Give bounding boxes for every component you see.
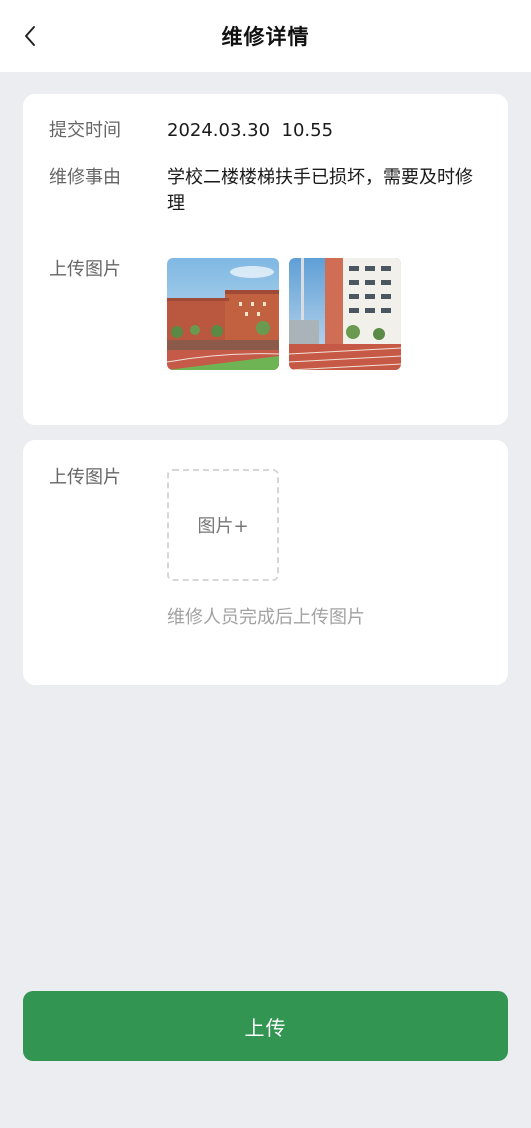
add-image-label: 图片+ <box>197 516 249 537</box>
reason-label: 维修事由 <box>49 167 121 188</box>
page-title: 维修详情 <box>221 25 310 49</box>
upload-button-label: 上传 <box>244 1015 287 1040</box>
request-detail-card: 提交时间 2024.03.30 10.55 维修事由 学校二楼楼梯扶手已损坏，需… <box>23 94 508 425</box>
submit-time-row: 提交时间 2024.03.30 10.55 <box>49 118 488 144</box>
reason-row: 维修事由 学校二楼楼梯扶手已损坏，需要及时修理 <box>49 165 488 217</box>
add-image-button[interactable]: 图片+ <box>167 469 279 581</box>
images-label: 上传图片 <box>49 259 121 280</box>
reason-value: 学校二楼楼梯扶手已损坏，需要及时修理 <box>167 167 473 214</box>
submit-time-value: 2024.03.30 10.55 <box>167 120 334 141</box>
result-images-row: 上传图片 图片+ <box>49 465 488 581</box>
chevron-left-icon <box>25 26 35 46</box>
result-images-label: 上传图片 <box>49 467 121 488</box>
campus-building-photo[interactable] <box>167 258 279 370</box>
top-bar: 维修详情 <box>0 0 531 72</box>
submit-time-label: 提交时间 <box>49 120 121 141</box>
repair-result-card: 上传图片 图片+ 维修人员完成后上传图片 <box>23 440 508 685</box>
upload-button[interactable]: 上传 <box>23 991 508 1061</box>
upload-hint: 维修人员完成后上传图片 <box>167 607 365 628</box>
back-button[interactable] <box>14 20 46 52</box>
uploaded-images-row: 上传图片 <box>49 257 488 370</box>
campus-track-photo[interactable] <box>289 258 401 370</box>
image-thumbnails <box>167 258 401 370</box>
repair-detail-page: 维修详情 提交时间 2024.03.30 10.55 维修事由 学校二楼楼梯扶手… <box>0 0 531 1128</box>
